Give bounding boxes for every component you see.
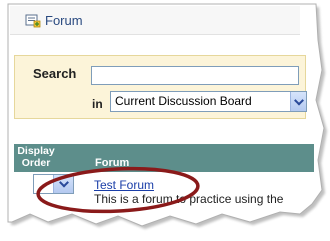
search-input[interactable] xyxy=(91,66,299,85)
search-scope-label: in xyxy=(92,97,103,111)
forum-page: Forum Search in Current Discussion Board… xyxy=(0,0,330,241)
chevron-down-icon[interactable] xyxy=(290,92,306,111)
forum-description: This is a forum to practice using the xyxy=(94,192,284,206)
display-order-select[interactable] xyxy=(33,174,74,194)
search-label: Search xyxy=(33,66,77,81)
breadcrumb-forum-label[interactable]: Forum xyxy=(45,13,83,28)
search-scope-value: Current Discussion Board xyxy=(115,94,252,108)
table-header xyxy=(14,144,314,172)
forum-title-link[interactable]: Test Forum xyxy=(94,178,154,192)
search-scope-select[interactable]: Current Discussion Board xyxy=(110,91,307,112)
column-header-forum[interactable]: Forum xyxy=(95,157,129,169)
column-header-display-order[interactable]: Display Order xyxy=(14,145,58,169)
forum-icon xyxy=(25,14,41,28)
chevron-down-icon[interactable] xyxy=(53,175,73,193)
